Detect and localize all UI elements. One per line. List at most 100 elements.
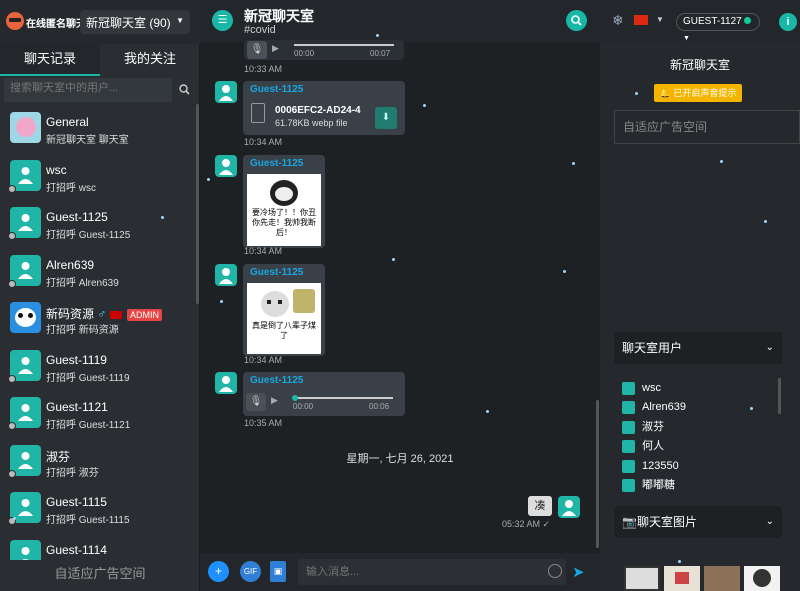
chevron-down-icon[interactable]: ▼: [656, 15, 664, 24]
send-button[interactable]: ➤: [572, 563, 585, 581]
audio-message[interactable]: Guest-1125 🎙 ▶ 00:00 00:06: [243, 372, 405, 416]
sender-avatar[interactable]: [215, 81, 237, 103]
avatar: [10, 539, 41, 560]
sender-avatar[interactable]: [215, 372, 237, 394]
sender-avatar[interactable]: [215, 155, 237, 177]
audio-progress-track[interactable]: [294, 44, 394, 46]
message-input[interactable]: [298, 559, 566, 585]
contact-item[interactable]: General 新冠聊天室 聊天室: [0, 104, 196, 152]
room-user[interactable]: 123550: [622, 458, 772, 477]
message-time: 10:35 AM: [244, 418, 283, 428]
chat-hashtag: #covid: [244, 24, 276, 36]
sticker-image[interactable]: 要冷场了！！你丑你先走！我帅我断后！: [247, 174, 321, 246]
room-select[interactable]: 新冠聊天室 (90) ▼: [80, 10, 190, 34]
image-button[interactable]: ▣: [270, 561, 286, 582]
avatar: [10, 112, 41, 143]
chevron-down-icon: ⌄: [765, 516, 774, 527]
chat-title: 新冠聊天室: [244, 8, 314, 24]
site-logo[interactable]: [6, 12, 24, 30]
chat-search-button[interactable]: [566, 10, 587, 31]
user-icon: [18, 404, 33, 421]
file-message[interactable]: Guest-1125 0006EFC2-AD24-4 61.78KB webp …: [243, 81, 405, 135]
room-user[interactable]: wsc: [622, 380, 772, 399]
users-panel-header[interactable]: 聊天室用户 ⌄: [614, 332, 782, 364]
menu-button[interactable]: ☰: [212, 10, 233, 31]
user-icon: [18, 261, 33, 279]
contact-item[interactable]: Guest-1121 打招呼 Guest-1121: [0, 389, 196, 437]
contact-item[interactable]: Guest-1125 打招呼 Guest-1125: [0, 199, 196, 247]
snowflake-icon[interactable]: ❄: [612, 12, 624, 29]
avatar: [8, 397, 41, 430]
my-message[interactable]: 凑: [528, 496, 552, 516]
emoji-button[interactable]: [548, 564, 562, 578]
contact-item[interactable]: Alren639 打招呼 Alren639: [0, 247, 196, 295]
message-sender[interactable]: Guest-1125: [250, 267, 303, 278]
contact-item[interactable]: 新码资源 ♂ ADMIN 打招呼 新码资源: [0, 294, 196, 342]
images-panel-header[interactable]: 📷聊天室图片 ⌄: [614, 506, 782, 538]
microphone-icon[interactable]: 🎙: [246, 393, 266, 411]
panda-meme-icon: [270, 180, 298, 206]
audio-duration: 00:07: [370, 49, 391, 58]
user-icon: [622, 440, 635, 454]
play-icon[interactable]: ▶: [271, 395, 278, 406]
my-avatar[interactable]: [558, 496, 580, 518]
chevron-down-icon: ▼: [176, 16, 184, 25]
audio-player[interactable]: 🎙 ▶ 00:00 00:07: [244, 40, 404, 60]
general-avatar-icon: [16, 117, 36, 137]
user-list-scrollbar[interactable]: [778, 378, 781, 414]
sticker-caption: 真是倒了八辈子煤了: [252, 321, 316, 340]
message-sender[interactable]: Guest-1125: [250, 84, 303, 95]
snowflake-particle: [635, 92, 638, 95]
user-icon: [18, 166, 33, 184]
room-user[interactable]: 何人: [622, 438, 772, 457]
search-button[interactable]: [172, 78, 196, 102]
message-sender[interactable]: Guest-1125: [250, 375, 303, 386]
compose-bar: + GIF ▣ ➤: [200, 553, 600, 591]
contact-message: 打招呼 Guest-1115: [46, 515, 130, 526]
snowflake-particle: [764, 220, 767, 223]
sticker-button[interactable]: GIF: [240, 561, 261, 582]
panda-meme-icon: [260, 291, 289, 317]
chat-scrollbar[interactable]: [596, 400, 599, 548]
gallery-image[interactable]: [624, 566, 660, 591]
avatar: [8, 254, 41, 288]
contact-name: wsc: [46, 162, 67, 177]
tab-chat-history[interactable]: 聊天记录: [0, 44, 100, 76]
contact-item[interactable]: Guest-1114: [0, 532, 196, 560]
audio-progress-knob[interactable]: [292, 395, 298, 401]
sidebar-tabs: 聊天记录 我的关注: [0, 44, 200, 76]
audio-player[interactable]: 🎙 ▶ 00:00 00:06: [243, 390, 405, 416]
sticker-image[interactable]: 真是倒了八辈子煤了: [247, 283, 321, 354]
gallery-image[interactable]: [744, 566, 780, 591]
add-button[interactable]: +: [208, 561, 229, 582]
room-title: 新冠聊天室: [669, 58, 730, 72]
contact-list-scrollbar[interactable]: [196, 104, 199, 304]
user-menu-button[interactable]: GUEST-1127 ▼: [676, 13, 760, 42]
sticker-message[interactable]: Guest-1125 真是倒了八辈子煤了: [243, 264, 325, 356]
male-icon: ♂: [97, 307, 107, 321]
sender-avatar[interactable]: [215, 264, 237, 286]
tab-following[interactable]: 我的关注: [100, 44, 200, 76]
gallery-image[interactable]: [704, 566, 740, 591]
user-icon: [622, 478, 635, 492]
audio-progress-track[interactable]: [293, 397, 393, 399]
message-sender[interactable]: Guest-1125: [250, 158, 303, 169]
gallery-image[interactable]: [664, 566, 700, 591]
microphone-icon[interactable]: 🎙: [247, 41, 267, 59]
contact-item[interactable]: Guest-1119 打招呼 Guest-1119: [0, 342, 196, 390]
flag-icon[interactable]: [634, 15, 648, 25]
sound-toggle[interactable]: 🔔 已开启声音提示: [654, 84, 742, 102]
room-user[interactable]: 淑芬: [622, 419, 772, 438]
contact-item[interactable]: Guest-1115 打招呼 Guest-1115: [0, 484, 196, 532]
sticker-message[interactable]: Guest-1125 要冷场了！！你丑你先走！我帅我断后！: [243, 155, 325, 248]
contact-message: 打招呼 淑芬: [46, 467, 99, 479]
contact-item[interactable]: 淑芬 打招呼 淑芬: [0, 437, 196, 485]
contact-item[interactable]: wsc 打招呼 wsc: [0, 152, 196, 200]
info-button[interactable]: i: [779, 13, 797, 31]
user-name: GUEST-1127: [683, 16, 742, 27]
right-ad-space: 自适应广告空间: [614, 110, 800, 144]
room-user[interactable]: 嘟嘟糖: [622, 477, 772, 496]
search-input[interactable]: [10, 82, 170, 94]
play-icon[interactable]: ▶: [272, 43, 279, 54]
download-button[interactable]: ⬇: [375, 107, 397, 129]
